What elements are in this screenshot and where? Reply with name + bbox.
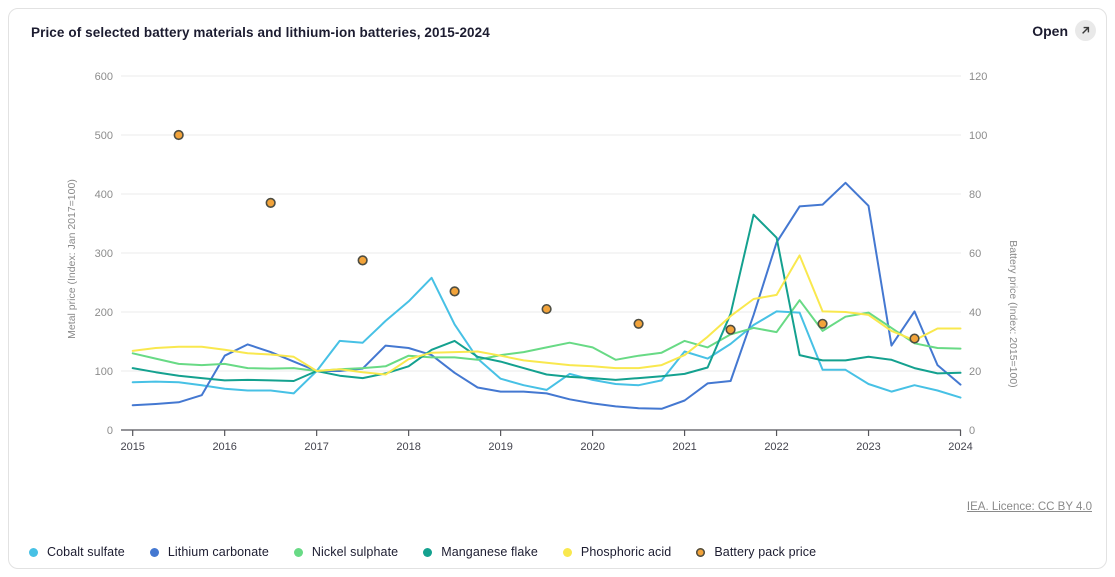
- svg-text:60: 60: [969, 248, 981, 260]
- battery-pack-point: [174, 131, 183, 140]
- legend-label: Phosphoric acid: [581, 545, 671, 559]
- svg-text:80: 80: [969, 189, 981, 201]
- svg-text:100: 100: [95, 366, 113, 378]
- battery-pack-point: [726, 325, 735, 334]
- svg-text:2022: 2022: [764, 441, 788, 453]
- legend-item[interactable]: Phosphoric acid: [563, 545, 671, 559]
- legend-item[interactable]: Battery pack price: [696, 545, 816, 559]
- legend-item[interactable]: Manganese flake: [423, 545, 538, 559]
- svg-text:500: 500: [95, 130, 113, 142]
- svg-text:100: 100: [969, 130, 987, 142]
- svg-text:2020: 2020: [580, 441, 604, 453]
- svg-text:2018: 2018: [396, 441, 420, 453]
- left-axis-label: Metal price (Index: Jan 2017=100): [66, 179, 78, 339]
- svg-text:2023: 2023: [856, 441, 880, 453]
- legend-dot-icon: [696, 548, 705, 557]
- battery-pack-point: [910, 334, 919, 343]
- battery-pack-point: [266, 199, 275, 208]
- svg-text:2019: 2019: [488, 441, 512, 453]
- battery-pack-point: [450, 287, 459, 296]
- chart-card: Price of selected battery materials and …: [8, 8, 1107, 569]
- legend-dot-icon: [563, 548, 572, 557]
- battery-pack-point: [634, 320, 643, 329]
- chart-svg: 0 100 200 300 400 500 600 0 20 40 60 80 100 120 2015 20…: [9, 9, 1108, 479]
- svg-text:200: 200: [95, 307, 113, 319]
- svg-text:0: 0: [107, 425, 113, 437]
- svg-text:120: 120: [969, 71, 987, 83]
- svg-text:2016: 2016: [212, 441, 236, 453]
- right-axis-label: Battery price (Index: 2015=100): [1007, 240, 1019, 387]
- legend-label: Cobalt sulfate: [47, 545, 125, 559]
- legend-dot-icon: [29, 548, 38, 557]
- svg-text:20: 20: [969, 366, 981, 378]
- battery-pack-point: [542, 305, 551, 314]
- svg-text:400: 400: [95, 189, 113, 201]
- svg-text:2015: 2015: [120, 441, 144, 453]
- legend-dot-icon: [150, 548, 159, 557]
- legend-label: Manganese flake: [441, 545, 538, 559]
- svg-text:600: 600: [95, 71, 113, 83]
- legend-item[interactable]: Nickel sulphate: [294, 545, 398, 559]
- legend-label: Nickel sulphate: [312, 545, 398, 559]
- licence-link[interactable]: IEA. Licence: CC BY 4.0: [967, 501, 1092, 513]
- svg-text:2024: 2024: [948, 441, 972, 453]
- series-line-phosphoric: [133, 255, 961, 374]
- legend-dot-icon: [423, 548, 432, 557]
- legend-item[interactable]: Cobalt sulfate: [29, 545, 125, 559]
- battery-pack-point: [358, 256, 367, 265]
- legend-dot-icon: [294, 548, 303, 557]
- svg-text:2021: 2021: [672, 441, 696, 453]
- legend-item[interactable]: Lithium carbonate: [150, 545, 269, 559]
- svg-text:2017: 2017: [304, 441, 328, 453]
- svg-text:0: 0: [969, 425, 975, 437]
- svg-text:300: 300: [95, 248, 113, 260]
- series-line-manganese: [133, 215, 961, 381]
- legend-label: Battery pack price: [714, 545, 816, 559]
- svg-text:40: 40: [969, 307, 981, 319]
- legend-label: Lithium carbonate: [168, 545, 269, 559]
- battery-pack-point: [818, 320, 827, 329]
- legend: Cobalt sulfate Lithium carbonate Nickel …: [29, 545, 816, 559]
